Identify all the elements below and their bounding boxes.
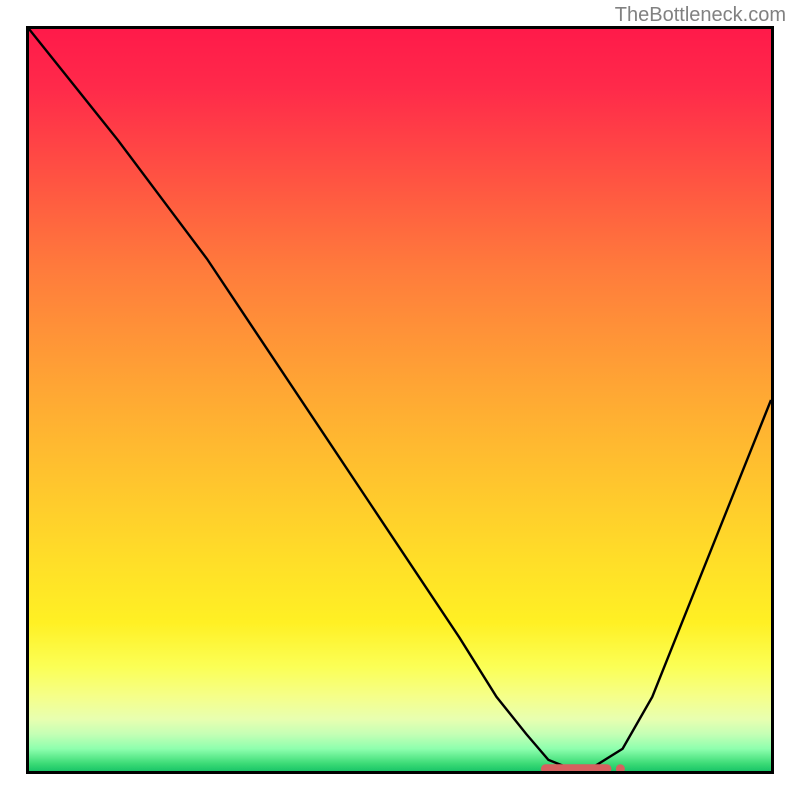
plot-area xyxy=(26,26,774,774)
watermark-text: TheBottleneck.com xyxy=(615,4,786,27)
optimal-marker xyxy=(541,764,625,771)
marker-layer xyxy=(29,29,771,771)
chart-container: TheBottleneck.com xyxy=(0,0,800,800)
